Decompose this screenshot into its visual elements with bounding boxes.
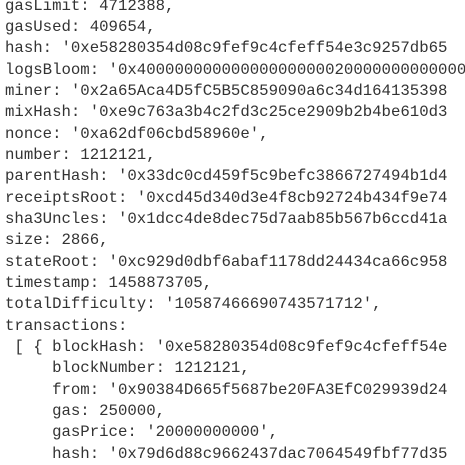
console-line: gas: 250000, xyxy=(5,402,166,420)
console-line: gasPrice: '20000000000', xyxy=(5,423,279,441)
console-line: receiptsRoot: '0xcd45d340d3e4f8cb92724b4… xyxy=(5,189,448,207)
console-line: totalDifficulty: '10587466690743571712', xyxy=(5,295,382,313)
console-line: from: '0x90384D665f5687be20FA3EfC029939d… xyxy=(5,381,448,399)
console-line: size: 2866, xyxy=(5,231,109,249)
console-line: hash: '0xe58280354d08c9fef9c4cfeff54e3c9… xyxy=(5,39,448,57)
console-line: miner: '0x2a65Aca4D5fC5B5C859090a6c34d16… xyxy=(5,82,448,100)
console-line: number: 1212121, xyxy=(5,146,156,164)
console-line: sha3Uncles: '0x1dcc4de8dec75d7aab85b567b… xyxy=(5,210,448,228)
console-line: mixHash: '0xe9c763a3b4c2fd3c25ce2909b2b4… xyxy=(5,103,448,121)
console-line: nonce: '0xa62df06cbd58960e', xyxy=(5,125,269,143)
console-line: hash: '0x79d6d88c9662437dac7064549fbf77d… xyxy=(5,445,448,463)
console-line: logsBloom: '0x40000000000000000000020000… xyxy=(5,61,465,79)
console-line: stateRoot: '0xc929d0dbf6abaf1178dd24434c… xyxy=(5,253,448,271)
console-line: blockNumber: 1212121, xyxy=(5,359,250,377)
console-line: gasLimit: 4712388, xyxy=(5,0,175,15)
console-output: gasLimit: 4712388, gasUsed: 409654, hash… xyxy=(0,0,465,465)
console-line: parentHash: '0x33dc0cd459f5c9befc3866727… xyxy=(5,167,448,185)
console-line: timestamp: 1458873705, xyxy=(5,274,213,292)
console-line: gasUsed: 409654, xyxy=(5,18,156,36)
console-line: transactions: xyxy=(5,317,128,335)
console-line: [ { blockHash: '0xe58280354d08c9fef9c4cf… xyxy=(5,338,448,356)
